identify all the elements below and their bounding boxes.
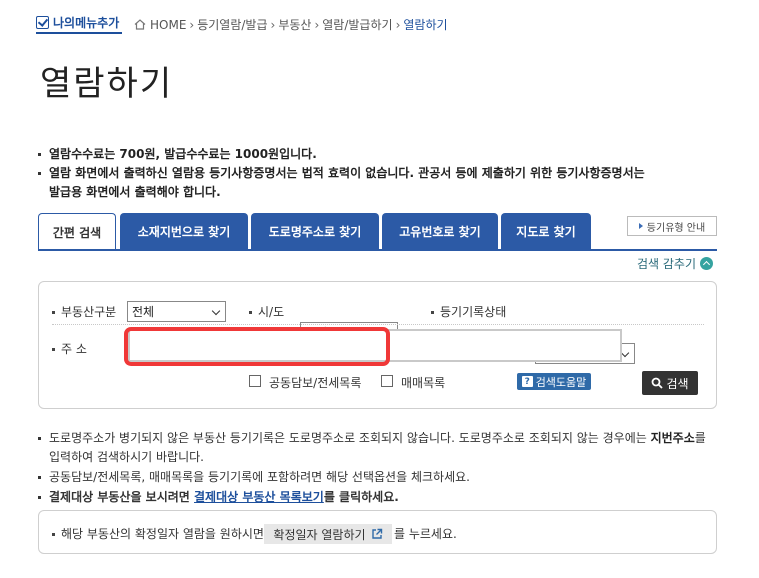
breadcrumb-realestate[interactable]: 부동산	[278, 16, 311, 33]
tab-underline	[38, 249, 717, 251]
breadcrumb: HOME › 등기열람/발급 › 부동산 › 열람/발급하기 › 열람하기	[134, 16, 448, 33]
tab-map[interactable]: 지도로 찾기	[501, 213, 591, 249]
chevron-right-icon: ›	[314, 17, 320, 32]
triangle-right-icon	[638, 223, 643, 229]
hide-search-toggle[interactable]: 검색 감추기	[637, 255, 714, 272]
confirm-date-text-end: 를 누르세요.	[394, 527, 457, 541]
tab-road-address[interactable]: 도로명주소로 찾기	[251, 213, 379, 249]
record-status-label: 등기기록상태	[431, 303, 506, 320]
joint-collateral-checkbox[interactable]	[249, 375, 261, 387]
highlight-box	[124, 327, 390, 366]
breadcrumb-current: 열람하기	[403, 18, 448, 32]
bullet-icon	[431, 311, 434, 314]
chevron-up-icon	[700, 257, 714, 270]
breadcrumb-registry[interactable]: 등기열람/발급	[197, 16, 267, 33]
chevron-right-icon: ›	[189, 17, 195, 32]
bullet-icon	[52, 311, 55, 314]
bullet-icon	[249, 311, 252, 314]
bullet-icon	[38, 437, 41, 440]
registry-type-guide-button[interactable]: 등기유형 안내	[627, 216, 717, 236]
breadcrumb-view-issue[interactable]: 열람/발급하기	[322, 16, 392, 33]
confirm-date-text: 해당 부동산의 확정일자 열람을 원하시면	[52, 525, 264, 542]
bullet-icon	[52, 533, 55, 536]
bullet-icon	[38, 476, 41, 479]
chevron-down-icon	[211, 306, 221, 316]
chevron-right-icon: ›	[395, 17, 401, 32]
my-menu-add-link[interactable]: 나의메뉴추가	[36, 14, 119, 31]
notice-fee: 열람수수료는 700원, 발급수수료는 1000원입니다.	[38, 145, 317, 164]
note-road-address: 도로명주소가 병기되지 않은 부동산 등기기록은 도로명주소로 조회되지 않습니…	[38, 429, 718, 448]
address-label: 주 소	[52, 340, 87, 357]
tab-simple-search[interactable]: 간편 검색	[38, 213, 116, 251]
bullet-icon	[52, 348, 55, 351]
my-menu-underline	[36, 32, 122, 34]
note-road-address-cont: 입력하여 검색하시기 바랍니다.	[49, 450, 204, 464]
note-payment: 결제대상 부동산을 보시려면 결제대상 부동산 목록보기를 클릭하세요.	[38, 488, 718, 507]
page-title: 열람하기	[40, 64, 174, 104]
sales-list-label: 매매목록	[401, 376, 446, 390]
note-options: 공동담보/전세목록, 매매목록을 등기기록에 포함하려면 해당 선택옵션을 체크…	[38, 468, 718, 487]
notice-legal-cont: 발급용 화면에서 출력해야 합니다.	[49, 185, 221, 199]
property-type-select[interactable]: 전체	[127, 301, 226, 322]
bullet-icon	[38, 153, 41, 156]
search-button[interactable]: 검색	[642, 371, 698, 395]
checkmark-icon	[36, 16, 49, 29]
search-icon	[652, 377, 664, 389]
search-help-button[interactable]: ? 검색도움말	[517, 373, 591, 390]
my-menu-label: 나의메뉴추가	[53, 16, 120, 30]
bullet-icon	[38, 172, 41, 175]
property-type-label: 부동산구분	[52, 303, 116, 320]
notice-legal: 열람 화면에서 출력하신 열람용 등기사항증명서는 법적 효력이 없습니다. 관…	[38, 164, 645, 183]
home-icon	[134, 19, 146, 30]
chevron-right-icon: ›	[270, 17, 276, 32]
tab-lot-number[interactable]: 소재지번으로 찾기	[120, 213, 248, 249]
sido-label: 시/도	[249, 303, 284, 320]
row-divider	[52, 324, 704, 325]
chevron-down-icon	[620, 348, 630, 358]
question-icon: ?	[521, 376, 533, 387]
joint-collateral-label: 공동담보/전세목록	[269, 376, 362, 390]
payment-list-link[interactable]: 결제대상 부동산 목록보기	[194, 490, 324, 504]
external-link-icon	[371, 528, 382, 539]
bullet-icon	[38, 496, 41, 499]
breadcrumb-home[interactable]: HOME	[150, 18, 186, 32]
sales-list-checkbox[interactable]	[381, 375, 393, 387]
confirm-date-view-button[interactable]: 확정일자 열람하기	[264, 524, 392, 544]
tab-unique-number[interactable]: 고유번호로 찾기	[382, 213, 498, 249]
